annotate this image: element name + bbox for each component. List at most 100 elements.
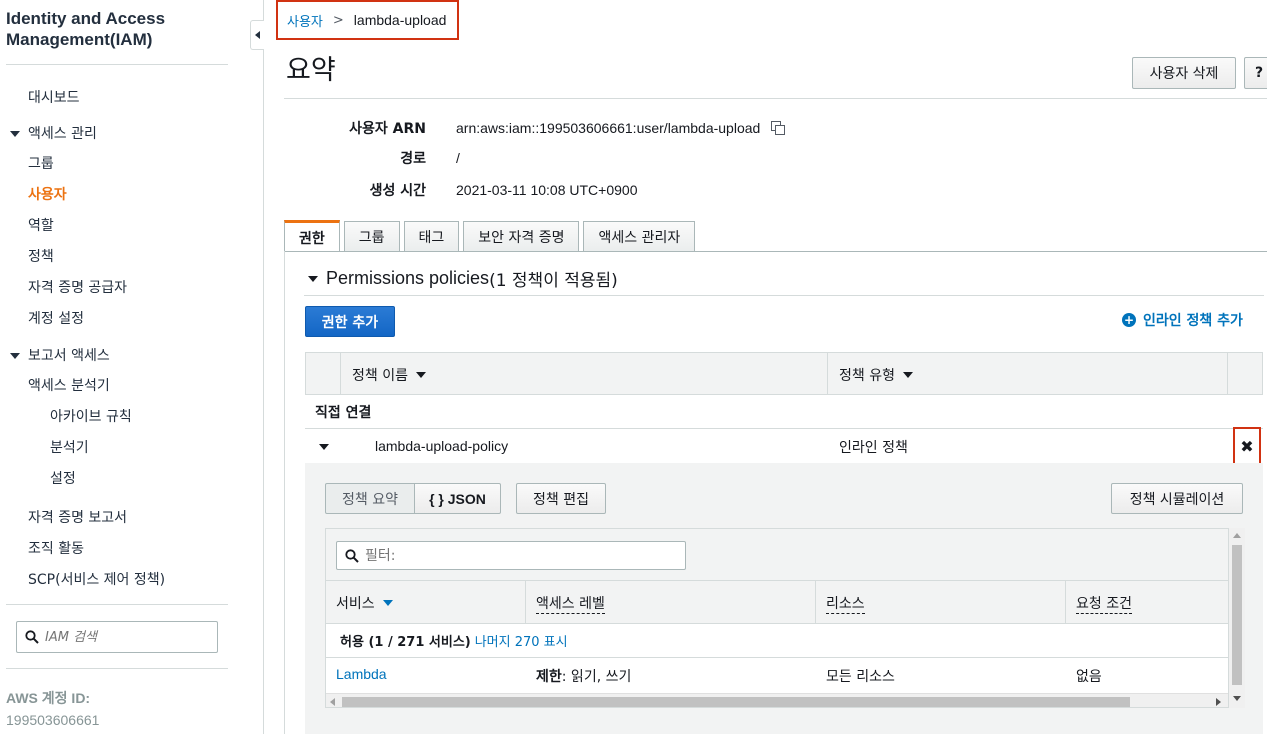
filter-bar: [326, 529, 1228, 581]
sidebar-item-roles[interactable]: 역할: [28, 215, 54, 235]
sidebar-item-access-analyzer[interactable]: 액세스 분석기: [28, 375, 110, 395]
tab-bar: 권한 그룹 태그 보안 자격 증명 액세스 관리자: [284, 220, 699, 252]
tab-permissions[interactable]: 권한: [284, 220, 340, 252]
column-label: 정책 유형: [839, 368, 895, 384]
permissions-policies-toggle[interactable]: Permissions policies (1 정책이 적용됨): [308, 266, 618, 291]
sort-caret-icon: [382, 600, 393, 606]
remove-policy-icon[interactable]: ✖: [1233, 427, 1261, 465]
arn-value: arn:aws:iam::199503606661:user/lambda-up…: [456, 120, 786, 136]
policy-summary-button[interactable]: 정책 요약: [325, 483, 415, 514]
access-level-rest: : 읽기, 쓰기: [561, 669, 632, 685]
iam-search-box[interactable]: [16, 621, 218, 653]
help-button[interactable]: ?: [1244, 57, 1267, 89]
policy-name[interactable]: lambda-upload-policy: [375, 438, 508, 454]
inline-add-label: 인라인 정책 추가: [1143, 313, 1243, 329]
sidebar-item-identity-providers[interactable]: 자격 증명 공급자: [28, 277, 127, 297]
scroll-down-icon[interactable]: [1233, 696, 1241, 701]
tab-groups[interactable]: 그룹: [343, 221, 400, 252]
divider: [284, 98, 1267, 99]
add-permissions-button[interactable]: 권한 추가: [305, 306, 395, 337]
divider: [284, 251, 285, 734]
section-title: Permissions policies: [326, 268, 490, 288]
path-value: /: [456, 150, 460, 166]
column-label: 액세스 레벨: [536, 593, 605, 614]
add-inline-policy-link[interactable]: + 인라인 정책 추가: [1122, 310, 1243, 330]
column-header-access-level[interactable]: 액세스 레벨: [536, 593, 605, 614]
main-content: 사용자 > lambda-upload 요약 사용자 삭제 ? 사용자 ARN …: [264, 0, 1267, 734]
sidebar-item-scp[interactable]: SCP(서비스 제어 정책): [28, 569, 165, 589]
scrollbar-thumb[interactable]: [1232, 545, 1242, 685]
copy-icon[interactable]: [770, 120, 786, 136]
divider: [304, 295, 1264, 296]
allow-count: 허용 (1 / 271 서비스): [340, 635, 471, 650]
plus-circle-icon: +: [1122, 313, 1136, 327]
chevron-left-icon: [255, 31, 260, 39]
sidebar-section-report-access[interactable]: 보고서 액세스: [10, 345, 110, 365]
sidebar-collapse-toggle[interactable]: [250, 20, 264, 50]
breadcrumb-link-users[interactable]: 사용자: [287, 11, 323, 30]
policy-type: 인라인 정책: [839, 440, 908, 456]
sort-caret-icon: [415, 372, 426, 378]
delete-user-button[interactable]: 사용자 삭제: [1132, 57, 1236, 89]
sidebar-section-access-management[interactable]: 액세스 관리: [10, 123, 97, 143]
table-header: 정책 이름 정책 유형: [305, 352, 1263, 395]
created-value: 2021-03-11 10:08 UTC+0900: [456, 182, 638, 198]
sidebar-item-credential-report[interactable]: 자격 증명 보고서: [28, 507, 127, 527]
scroll-up-icon[interactable]: [1233, 533, 1241, 538]
view-toggle: 정책 요약 { } JSON: [325, 483, 501, 514]
breadcrumb: 사용자 > lambda-upload: [276, 0, 460, 40]
divider: [6, 64, 228, 65]
scroll-left-icon[interactable]: [330, 698, 335, 706]
sidebar-item-dashboard[interactable]: 대시보드: [28, 87, 80, 107]
sidebar-item-policies[interactable]: 정책: [28, 246, 54, 266]
sidebar-item-analyzers[interactable]: 분석기: [50, 437, 89, 457]
breadcrumb-current: lambda-upload: [353, 12, 447, 28]
sidebar-item-archive-rules[interactable]: 아카이브 규칙: [50, 406, 132, 426]
tab-tags[interactable]: 태그: [403, 221, 460, 252]
column-header-policy-name[interactable]: 정책 이름: [352, 365, 426, 385]
expand-caret-icon[interactable]: [319, 444, 329, 450]
column-header-service[interactable]: 서비스: [336, 593, 393, 613]
column-header-policy-type[interactable]: 정책 유형: [839, 365, 913, 385]
filter-input[interactable]: [365, 547, 665, 564]
section-label: 액세스 관리: [28, 126, 97, 142]
column-header-resource[interactable]: 리소스: [826, 593, 865, 614]
sidebar-item-users[interactable]: 사용자: [28, 184, 67, 204]
column-label: 서비스: [336, 596, 375, 612]
sidebar-item-settings[interactable]: 설정: [50, 468, 76, 488]
scrollbar-thumb[interactable]: [342, 697, 1130, 707]
path-label: 경로: [400, 151, 426, 167]
sidebar-item-groups[interactable]: 그룹: [28, 153, 54, 173]
filter-box[interactable]: [336, 541, 686, 570]
column-header-request-condition[interactable]: 요청 조건: [1076, 593, 1132, 614]
show-remaining-link[interactable]: 나머지 270 표시: [475, 631, 568, 650]
iam-search-input[interactable]: [45, 629, 195, 645]
simulate-policy-button[interactable]: 정책 시뮬레이션: [1111, 483, 1243, 514]
table-row: Lambda 제한: 읽기, 쓰기 모든 리소스 없음: [326, 658, 1228, 692]
service-title[interactable]: Identity and Access Management(IAM): [6, 8, 226, 50]
chevron-right-icon: >: [332, 12, 344, 28]
sidebar-item-account-settings[interactable]: 계정 설정: [28, 308, 84, 328]
service-link[interactable]: Lambda: [336, 666, 387, 682]
tab-security-credentials[interactable]: 보안 자격 증명: [463, 221, 580, 252]
column-label: 리소스: [826, 593, 865, 614]
tab-access-advisor[interactable]: 액세스 관리자: [583, 221, 696, 252]
divider: [6, 604, 228, 605]
sidebar-item-organization-activity[interactable]: 조직 활동: [28, 538, 84, 558]
caret-down-icon: [10, 131, 20, 137]
arn-text: arn:aws:iam::199503606661:user/lambda-up…: [456, 120, 761, 136]
edit-policy-button[interactable]: 정책 편집: [516, 483, 606, 514]
condition-value: 없음: [1076, 669, 1102, 685]
divider: [6, 668, 228, 669]
search-icon: [345, 548, 359, 563]
horizontal-scrollbar[interactable]: [326, 693, 1228, 707]
scroll-right-icon[interactable]: [1216, 698, 1221, 706]
vertical-scrollbar[interactable]: [1229, 528, 1245, 708]
created-label: 생성 시간: [369, 183, 426, 199]
access-level-strong: 제한: [536, 669, 562, 685]
policy-count: (1 정책이 적용됨): [489, 271, 618, 291]
json-button[interactable]: { } JSON: [415, 483, 501, 514]
column-label: 정책 이름: [352, 368, 408, 384]
caret-down-icon: [10, 353, 20, 359]
group-row-direct-attached: 직접 연결: [305, 395, 1263, 429]
